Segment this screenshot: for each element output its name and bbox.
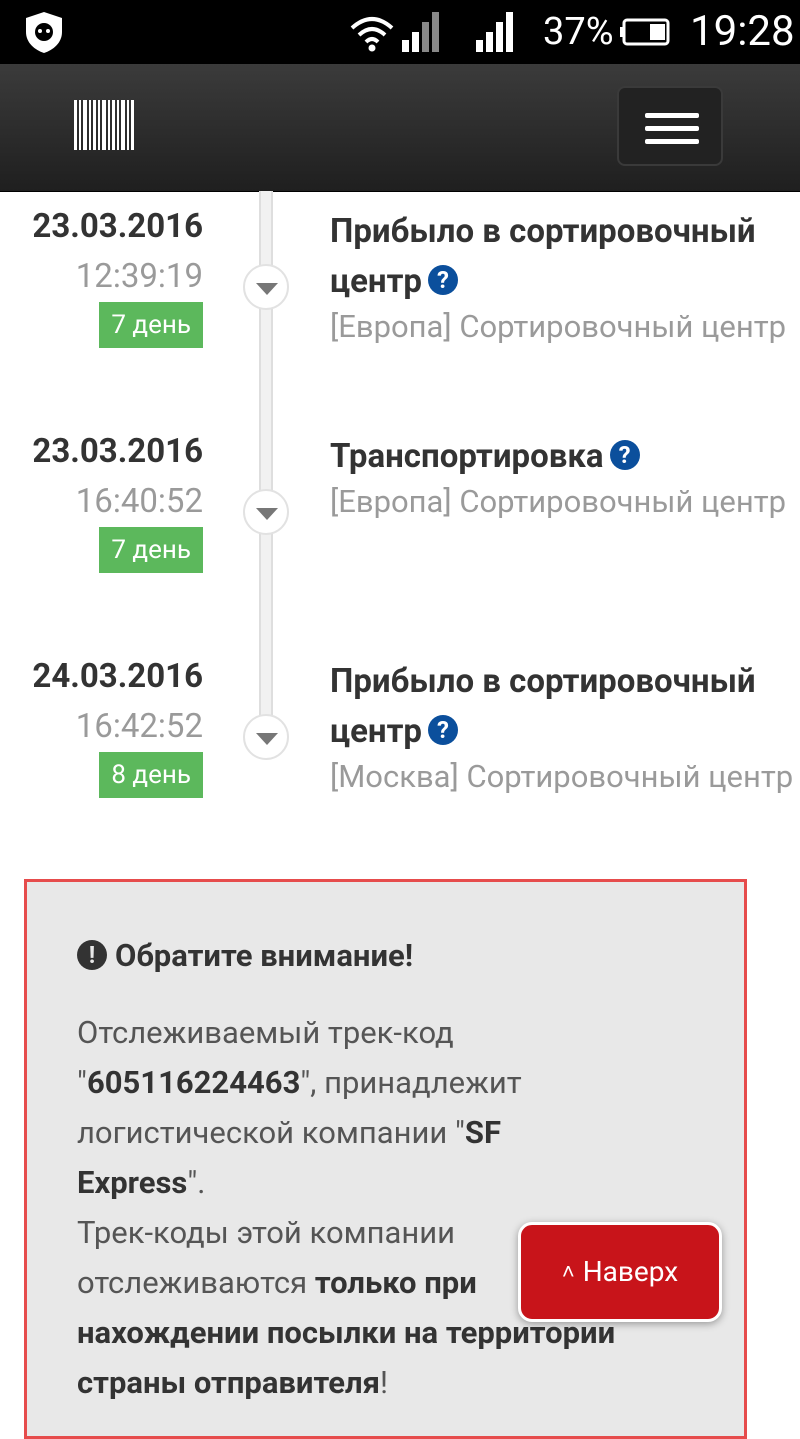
exclamation-icon: !: [77, 939, 107, 970]
wifi-icon: [350, 17, 394, 52]
timeline-event: 23.03.2016 16:40:52 7 день Транспортиров…: [0, 432, 800, 632]
expand-toggle[interactable]: [243, 714, 289, 760]
notice-text-part: логистической компании ": [77, 1114, 465, 1151]
notice-emphasis: только при: [314, 1264, 477, 1301]
notice-text-part: ".: [187, 1164, 206, 1201]
hamburger-icon: [645, 113, 699, 118]
day-badge: 8 день: [99, 752, 203, 798]
notice-text-part: ": [77, 1064, 87, 1101]
track-code: 605116224463: [86, 1064, 301, 1101]
notice-text: Отслеживаемый трек-код "605116224463", п…: [77, 1008, 717, 1408]
event-location: [Европа] Сортировочный центр: [330, 483, 787, 520]
event-title-line1: Прибыло в сортировочный: [330, 212, 756, 251]
notice-text-part: ", принадлежит: [300, 1064, 522, 1101]
barcode-icon[interactable]: [74, 100, 136, 150]
notice-panel: ! Обратите внимание! Отслеживаемый трек-к…: [24, 879, 747, 1439]
timeline-event: 23.03.2016 12:39:19 7 день Прибыло в сор…: [0, 207, 800, 407]
double-chevron-up-icon: ˄: [561, 1260, 575, 1285]
notice-text-part: отслеживаются: [77, 1264, 315, 1301]
status-bar: 37% 19:28: [0, 0, 800, 64]
notice-emphasis: страны отправителя: [77, 1364, 380, 1401]
hamburger-icon: [645, 126, 699, 131]
expand-toggle[interactable]: [243, 264, 289, 310]
event-title: Прибыло в сортировочный центр?: [330, 207, 800, 307]
event-date: 23.03.2016: [32, 207, 203, 246]
shield-app-icon: [26, 12, 62, 53]
clock: 19:28: [690, 7, 795, 56]
help-icon[interactable]: ?: [427, 265, 458, 296]
event-location: [Москва] Сортировочный центр: [330, 758, 794, 795]
battery-percent: 37%: [543, 10, 614, 54]
event-title-line2: центр: [330, 712, 422, 751]
company-name: SF: [464, 1114, 502, 1151]
back-to-top-button[interactable]: ˄ Наверх: [518, 1222, 722, 1322]
notice-text-part: !: [379, 1364, 388, 1401]
event-date: 23.03.2016: [32, 432, 203, 471]
notice-heading-text: Обратите внимание!: [115, 937, 414, 974]
event-title-line2: центр: [330, 262, 422, 301]
day-badge: 7 день: [99, 527, 203, 573]
hamburger-menu-button[interactable]: [617, 86, 723, 166]
back-to-top-label: Наверх: [582, 1255, 679, 1288]
notice-text-part: Отслеживаемый трек-код: [77, 1014, 454, 1051]
chevron-down-icon: [256, 733, 278, 745]
expand-toggle[interactable]: [243, 489, 289, 535]
hamburger-icon: [645, 139, 699, 144]
event-title-line1: Транспортировка: [330, 437, 604, 476]
notice-text-part: Трек-коды этой компании: [77, 1214, 456, 1251]
company-name: Express: [77, 1164, 188, 1201]
signal-icon: [476, 12, 513, 52]
notice-heading: ! Обратите внимание!: [77, 936, 413, 976]
timeline-event: 24.03.2016 16:42:52 8 день Прибыло в сор…: [0, 657, 800, 857]
event-time: 12:39:19: [75, 257, 203, 296]
event-location: [Европа] Сортировочный центр: [330, 308, 787, 345]
event-title-line1: Прибыло в сортировочный: [330, 662, 756, 701]
event-time: 16:40:52: [75, 482, 203, 521]
help-icon[interactable]: ?: [427, 715, 458, 746]
signal-icon: [402, 12, 439, 52]
top-navbar: [0, 64, 800, 192]
event-time: 16:42:52: [75, 707, 203, 746]
chevron-down-icon: [256, 508, 278, 520]
help-icon[interactable]: ?: [609, 440, 640, 471]
event-date: 24.03.2016: [32, 657, 203, 696]
event-title: Прибыло в сортировочный центр?: [330, 657, 800, 757]
day-badge: 7 день: [99, 302, 203, 348]
chevron-down-icon: [256, 283, 278, 295]
event-title: Транспортировка?: [330, 432, 800, 482]
battery-icon: [620, 18, 670, 46]
